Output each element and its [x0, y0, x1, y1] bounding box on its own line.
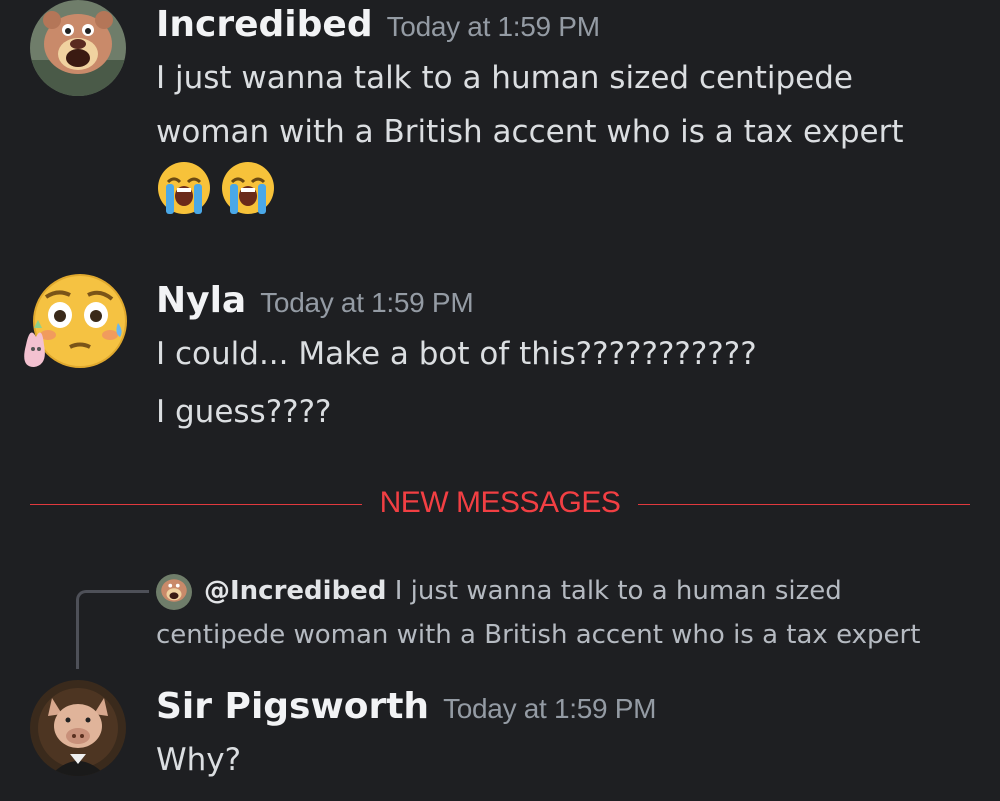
chat-log: Incredibed Today at 1:59 PM I just wanna …	[0, 0, 1000, 801]
emoji-row	[156, 160, 274, 224]
avatar-nyla[interactable]	[24, 273, 127, 369]
loudly-crying-face-icon[interactable]	[220, 160, 276, 216]
reply-connector	[76, 590, 149, 669]
message-text-line: woman with a British accent who is a tax…	[156, 114, 904, 150]
username-incredibed[interactable]: Incredibed Today at 1:59 PM	[156, 4, 600, 45]
timestamp: Today at 1:59 PM	[443, 693, 657, 724]
flushed-face-icon	[24, 274, 127, 368]
new-messages-divider-right	[638, 504, 970, 505]
loudly-crying-face-icon[interactable]	[156, 160, 212, 216]
avatar-sir-pigsworth[interactable]	[30, 680, 126, 776]
username-sir-pigsworth[interactable]: Sir Pigsworth Today at 1:59 PM	[156, 686, 656, 727]
message-text-line: I could... Make a bot of this???????????	[156, 336, 757, 372]
new-messages-label: NEW MESSAGES	[379, 486, 621, 519]
bear-mascot-icon	[30, 0, 126, 96]
timestamp: Today at 1:59 PM	[260, 287, 474, 318]
bear-mascot-icon	[156, 574, 192, 610]
username-nyla[interactable]: Nyla Today at 1:59 PM	[156, 280, 474, 321]
reply-avatar-incredibed[interactable]	[156, 574, 192, 610]
timestamp: Today at 1:59 PM	[386, 11, 600, 42]
reply-mention[interactable]: @Incredibed	[204, 576, 386, 606]
reply-preview-line2[interactable]: centipede woman with a British accent wh…	[156, 620, 920, 650]
reply-preview-line1[interactable]: @Incredibed I just wanna talk to a human…	[204, 576, 842, 606]
avatar-incredibed[interactable]	[30, 0, 126, 96]
message-text-line: I guess????	[156, 394, 332, 430]
message-text-line: Why?	[156, 742, 242, 778]
message-text-line: I just wanna talk to a human sized centi…	[156, 60, 853, 96]
pig-portrait-icon	[30, 680, 126, 776]
